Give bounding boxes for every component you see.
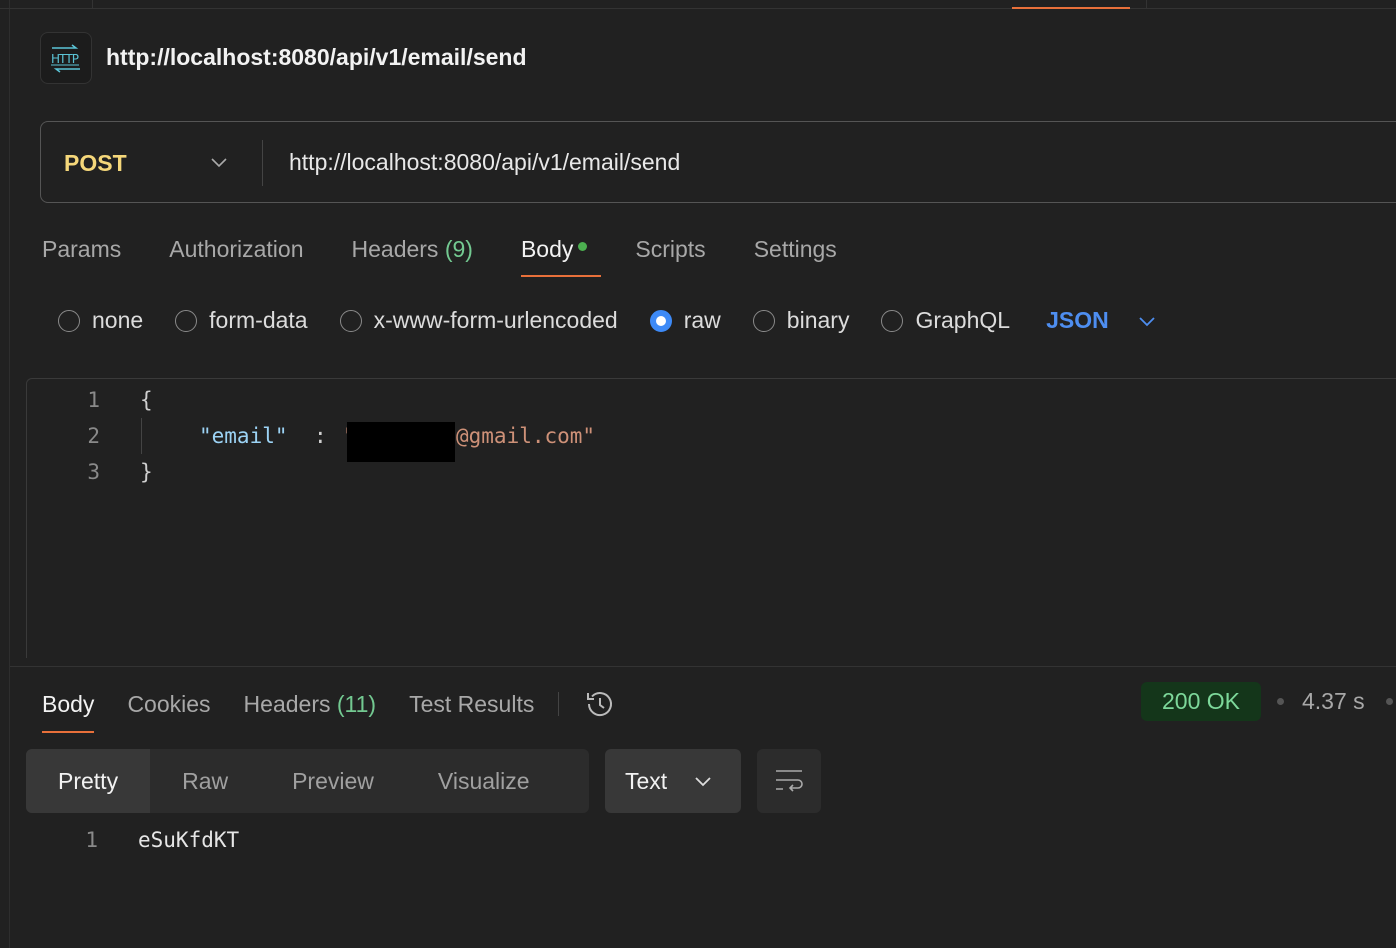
http-icon: HTTP: [40, 32, 92, 84]
radio-binary[interactable]: binary: [752, 307, 849, 334]
line-number: 1: [87, 388, 100, 412]
svg-text:HTTP: HTTP: [51, 52, 79, 66]
modified-dot-icon: [578, 242, 588, 252]
tab-headers[interactable]: Headers (9): [352, 236, 473, 277]
code-brace: }: [140, 460, 153, 484]
request-body-editor[interactable]: [26, 378, 1396, 658]
view-preview[interactable]: Preview: [260, 749, 406, 813]
tab-cookies[interactable]: Cookies: [127, 691, 210, 733]
url-bar: POST http://localhost:8080/api/v1/email/…: [40, 121, 1396, 203]
view-pretty[interactable]: Pretty: [26, 749, 151, 813]
json-colon: :: [314, 424, 327, 448]
method-select[interactable]: POST: [64, 150, 127, 177]
format-select[interactable]: Text: [605, 749, 741, 813]
json-key: "email": [199, 424, 288, 448]
tab-body[interactable]: Body: [520, 236, 602, 277]
pane-divider[interactable]: [10, 666, 1396, 667]
wrap-lines-button[interactable]: [757, 749, 821, 813]
line-number: 2: [87, 424, 100, 448]
separator-dot: [1277, 698, 1284, 705]
history-icon[interactable]: [583, 687, 617, 721]
request-tabs: Params Authorization Headers (9) Body Sc…: [42, 236, 885, 277]
json-value: @gmail.com": [456, 424, 596, 448]
active-tab-indicator[interactable]: [1012, 7, 1130, 9]
view-raw[interactable]: Raw: [150, 749, 260, 813]
request-title[interactable]: http://localhost:8080/api/v1/email/send: [106, 44, 527, 71]
response-time[interactable]: 4.37 s: [1302, 688, 1365, 715]
line-number: 1: [85, 828, 98, 852]
tab-test-results[interactable]: Test Results: [409, 691, 534, 733]
chevron-down-icon: [695, 777, 711, 787]
radio-raw[interactable]: raw: [649, 307, 721, 334]
line-number: 3: [87, 460, 100, 484]
chevron-down-icon[interactable]: [209, 152, 229, 172]
response-view-modes: Pretty Raw Preview Visualize: [26, 749, 589, 813]
redaction-box: [347, 422, 455, 462]
sidebar-border: [9, 0, 10, 948]
language-select[interactable]: JSON: [1046, 307, 1109, 334]
wrap-lines-icon: [776, 770, 803, 792]
response-body-text: eSuKfdKT: [138, 828, 240, 852]
tab-scripts[interactable]: Scripts: [635, 236, 705, 277]
tab-response-headers[interactable]: Headers (11): [244, 691, 377, 733]
radio-urlencoded[interactable]: x-www-form-urlencoded: [339, 307, 618, 334]
code-brace: {: [140, 388, 153, 412]
status-badge: 200 OK: [1141, 682, 1261, 721]
radio-none[interactable]: none: [58, 307, 143, 334]
view-visualize[interactable]: Visualize: [406, 749, 562, 813]
radio-graphql[interactable]: GraphQL: [881, 307, 1010, 334]
format-label: Text: [625, 767, 668, 794]
chevron-down-icon[interactable]: [1137, 311, 1157, 331]
tab-authorization[interactable]: Authorization: [169, 236, 303, 277]
tab-settings[interactable]: Settings: [754, 236, 837, 277]
top-tab-strip: [0, 0, 1396, 9]
body-type-options: none form-data x-www-form-urlencoded raw…: [58, 307, 1157, 334]
tab-response-body[interactable]: Body: [42, 691, 95, 733]
separator-dot: [1386, 698, 1393, 705]
response-tabs: Body Cookies Headers (11) Test Results: [42, 687, 617, 736]
radio-form-data[interactable]: form-data: [175, 307, 308, 334]
url-input[interactable]: http://localhost:8080/api/v1/email/send: [289, 149, 680, 176]
tab-params[interactable]: Params: [42, 236, 121, 277]
